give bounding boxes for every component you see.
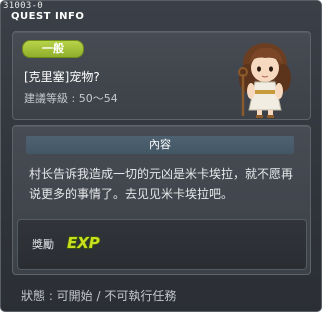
quest-description: 村长告诉我造成一切的元凶是米卡埃拉，就不愿再说更多的事情了。去见见米卡埃拉吧。	[29, 167, 294, 201]
title-bar[interactable]: QUEST INFO	[1, 11, 321, 25]
quest-status: 狀態 : 可開始 / 不可執行任務	[21, 289, 177, 303]
quest-summary-panel: 一般 [克里塞]宠物? 建議等級 : 50〜54	[12, 31, 311, 120]
exp-icon: EXP	[66, 233, 100, 252]
quest-info-window: 31003-0 QUEST INFO 一般 [克里塞]宠物? 建議等級 : 50…	[0, 0, 322, 312]
quest-name: [克里塞]宠物?	[24, 70, 100, 84]
window-title: QUEST INFO	[11, 11, 85, 22]
reward-box: 獎勵 EXP	[17, 219, 307, 270]
quest-category-badge: 一般	[22, 40, 84, 58]
quest-content-panel: 內容 村长告诉我造成一切的元凶是米卡埃拉，就不愿再说更多的事情了。去见见米卡埃拉…	[12, 125, 311, 275]
npc-portrait-icon	[238, 43, 291, 118]
exp-text: EXP	[67, 234, 100, 252]
quest-recommended-level: 建議等級 : 50〜54	[24, 92, 118, 105]
content-header: 內容	[26, 136, 294, 154]
quest-id: 31003-0	[3, 1, 44, 11]
reward-label: 獎勵	[32, 238, 54, 251]
